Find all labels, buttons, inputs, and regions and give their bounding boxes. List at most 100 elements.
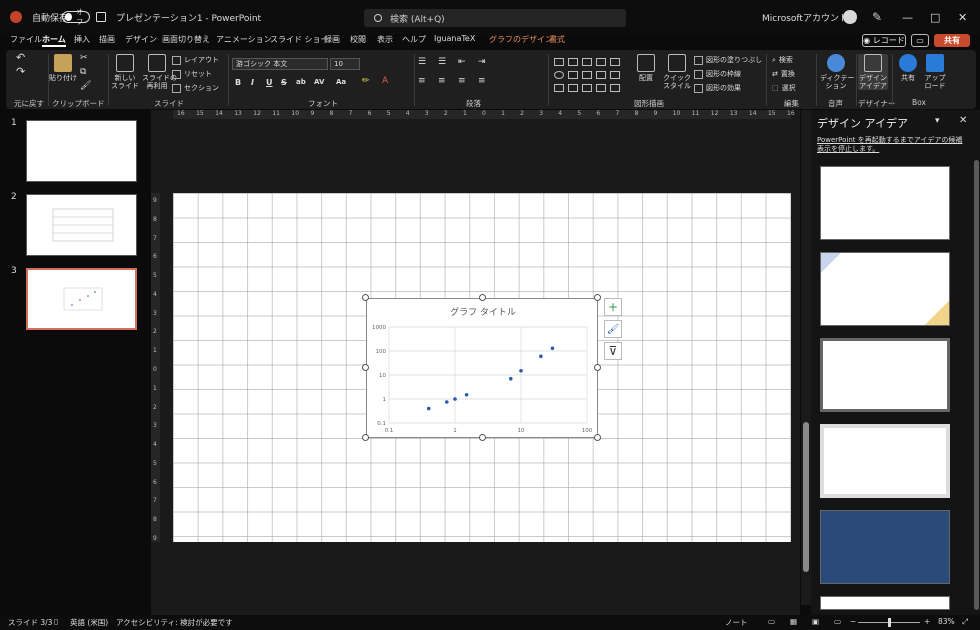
record-button[interactable]: ◉ レコード: [862, 34, 906, 47]
shadow-button[interactable]: ab: [296, 78, 306, 86]
outdent-icon[interactable]: ⇥: [478, 58, 486, 67]
normal-view-icon[interactable]: ▭: [768, 617, 775, 626]
resize-handle-l[interactable]: [362, 364, 369, 371]
tab-chart-design[interactable]: グラフのデザイン: [489, 34, 553, 45]
copy-icon[interactable]: ⧉: [80, 68, 86, 77]
paste-button[interactable]: 貼り付け: [48, 54, 78, 82]
chart-elements-button[interactable]: +: [604, 298, 622, 316]
comment-icon[interactable]: ▭: [911, 34, 929, 47]
scroll-thumb[interactable]: [803, 422, 809, 572]
tab-file[interactable]: ファイル: [10, 34, 42, 45]
zoom-slider-thumb[interactable]: [888, 618, 891, 627]
slide-sorter-icon[interactable]: ▦: [790, 617, 797, 626]
maximize-button[interactable]: □: [930, 0, 940, 34]
design-pane-close-button[interactable]: ✕: [959, 115, 967, 126]
slide-thumbnail-1[interactable]: [26, 120, 137, 182]
design-idea-4[interactable]: [820, 424, 950, 498]
bullets-icon[interactable]: ☰: [418, 58, 426, 67]
chart-object[interactable]: グラフ タイトル 1000 100 10 1 0.1 0.1 1 10 100: [366, 298, 598, 438]
zoom-level[interactable]: 83%: [938, 617, 955, 626]
stop-suggestions-link[interactable]: PowerPoint を再起動するまでアイデアの候補表示を停止します。: [817, 136, 967, 154]
tab-home[interactable]: ホーム: [42, 34, 66, 47]
close-button[interactable]: ✕: [958, 0, 967, 34]
shape-outline-button[interactable]: 図形の枠線: [694, 69, 741, 79]
resize-handle-tl[interactable]: [362, 294, 369, 301]
redo-icon[interactable]: ↷: [16, 66, 25, 77]
slide-thumbnail-3[interactable]: [26, 268, 137, 330]
numbering-icon[interactable]: ☰: [438, 58, 446, 67]
autosave-toggle[interactable]: オフ: [62, 0, 90, 34]
layout-button[interactable]: レイアウト: [172, 55, 219, 65]
chart-title[interactable]: グラフ タイトル: [450, 306, 516, 318]
tab-slideshow[interactable]: スライド ショー: [270, 34, 329, 45]
data-point[interactable]: [519, 368, 523, 373]
design-pane-scrollbar[interactable]: [974, 160, 979, 610]
pen-icon[interactable]: ✎: [872, 0, 882, 34]
strikethrough-button[interactable]: S: [281, 78, 287, 87]
design-idea-5[interactable]: [820, 510, 950, 584]
design-idea-3[interactable]: [820, 338, 950, 412]
design-idea-6[interactable]: [820, 596, 950, 610]
data-point[interactable]: [426, 406, 431, 411]
zoom-in-button[interactable]: +: [924, 617, 930, 626]
resize-handle-b[interactable]: [479, 434, 486, 441]
zoom-out-button[interactable]: −: [850, 617, 856, 626]
share-button[interactable]: 共有: [934, 34, 970, 47]
data-point[interactable]: [539, 354, 543, 359]
tab-animations[interactable]: アニメーション: [216, 34, 272, 45]
tab-record[interactable]: 録画: [324, 34, 340, 45]
cut-icon[interactable]: ✂: [80, 54, 88, 63]
undo-icon[interactable]: ↶: [16, 52, 25, 63]
tab-insert[interactable]: 挿入: [74, 34, 90, 45]
shape-effect-button[interactable]: 図形の効果: [694, 83, 741, 93]
spacing-button[interactable]: AV: [314, 78, 324, 86]
resize-handle-t[interactable]: [479, 294, 486, 301]
chart-styles-button[interactable]: 🖌: [604, 320, 622, 338]
box-share-button[interactable]: 共有: [896, 54, 920, 82]
replace-button[interactable]: ⇄ 置換: [772, 69, 795, 79]
tab-draw[interactable]: 描画: [99, 34, 115, 45]
find-button[interactable]: ⌕ 検索: [772, 55, 793, 65]
underline-button[interactable]: U: [266, 78, 273, 87]
design-ideas-button[interactable]: デザイン アイデア: [858, 54, 888, 90]
dictate-button[interactable]: ディクテー ション: [820, 54, 855, 90]
section-button[interactable]: セクション: [172, 83, 219, 93]
tab-iguanatex[interactable]: IguanaTeX: [434, 34, 475, 43]
chevron-down-icon[interactable]: ▾: [935, 116, 940, 126]
box-upload-button[interactable]: アップ ロード: [922, 54, 948, 90]
resize-handle-tr[interactable]: [594, 294, 601, 301]
vertical-scrollbar[interactable]: [801, 110, 811, 605]
chart-filter-button[interactable]: ⊽: [604, 342, 622, 360]
data-point[interactable]: [453, 397, 457, 401]
data-point[interactable]: [508, 376, 513, 381]
notes-button[interactable]: ノート: [725, 617, 748, 628]
align-left-icon[interactable]: ≡: [418, 77, 426, 86]
reset-button[interactable]: リセット: [172, 69, 212, 79]
language-indicator[interactable]: 英語 (米国): [70, 617, 108, 628]
format-painter-icon[interactable]: 🖌: [80, 82, 91, 91]
data-point[interactable]: [550, 346, 555, 351]
justify-icon[interactable]: ≡: [478, 77, 486, 86]
font-color-icon[interactable]: A: [382, 77, 388, 86]
font-name-select[interactable]: 游ゴシック 本文: [232, 58, 328, 70]
reuse-slide-button[interactable]: スライドの 再利用: [142, 54, 177, 90]
tab-design[interactable]: デザイン: [125, 34, 157, 45]
tab-transitions[interactable]: 画面切り替え: [162, 34, 210, 45]
notes-panel-icon[interactable]: ▯: [54, 617, 58, 626]
design-idea-2[interactable]: [820, 252, 950, 326]
font-size-select[interactable]: 10: [330, 58, 360, 70]
indent-icon[interactable]: ⇤: [458, 58, 466, 67]
quick-style-button[interactable]: クイック スタイル: [662, 54, 692, 90]
reading-view-icon[interactable]: ▣: [812, 617, 819, 626]
data-point[interactable]: [464, 392, 469, 397]
tab-help[interactable]: ヘルプ: [402, 34, 426, 45]
slide-thumbnail-2[interactable]: [26, 194, 137, 256]
avatar[interactable]: [843, 0, 859, 34]
data-point[interactable]: [444, 400, 449, 404]
resize-handle-bl[interactable]: [362, 434, 369, 441]
accessibility-status[interactable]: アクセシビリティ: 検討が必要です: [116, 617, 233, 628]
new-slide-button[interactable]: 新しい スライド: [110, 54, 140, 90]
tab-format[interactable]: 書式: [549, 34, 565, 45]
slideshow-icon[interactable]: ▭: [834, 617, 841, 626]
shape-fill-button[interactable]: 図形の塗りつぶし: [694, 55, 762, 65]
